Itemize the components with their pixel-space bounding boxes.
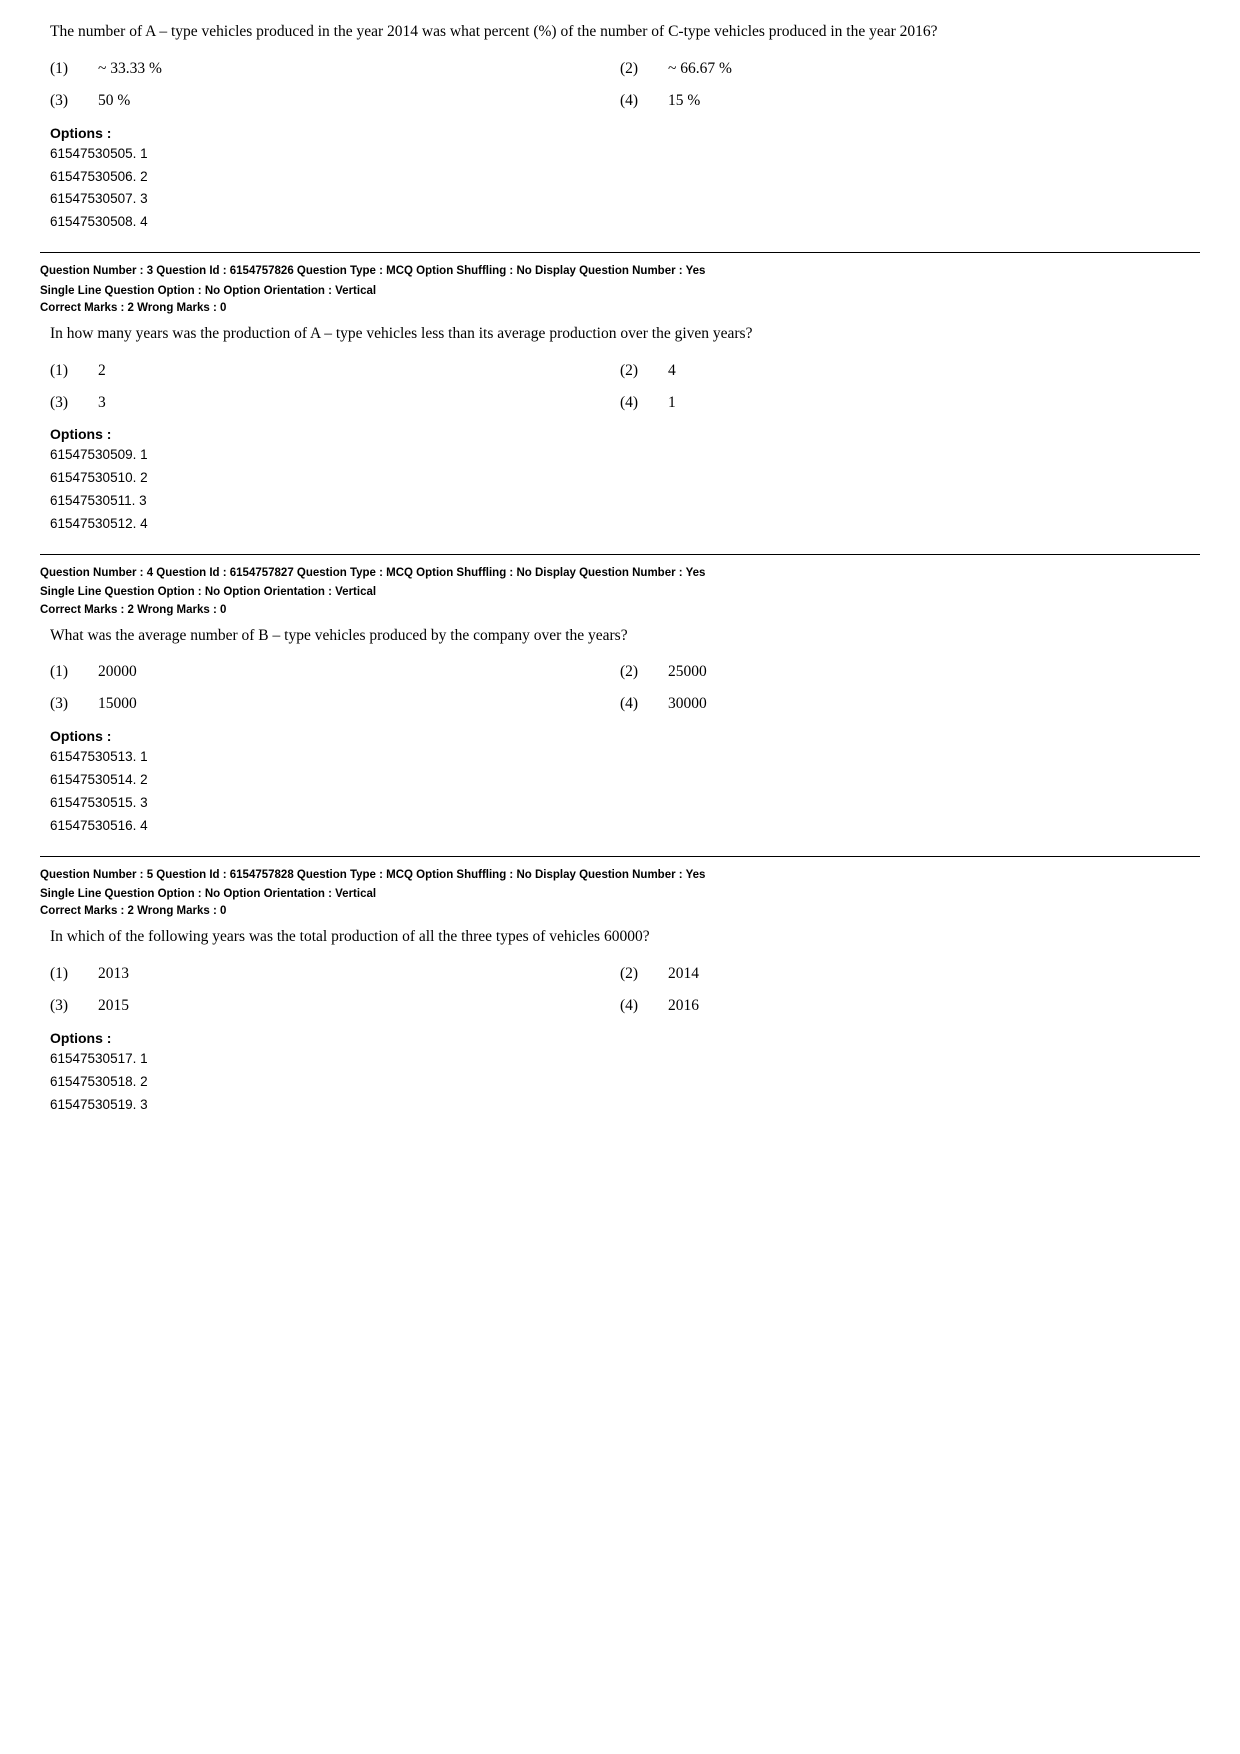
q5-option-4-num: (4) [620, 992, 648, 1020]
divider-q3-q4 [40, 554, 1200, 555]
q3-option-2-val: 4 [668, 357, 676, 385]
question-3-block: Question Number : 3 Question Id : 615475… [40, 263, 1200, 536]
question-4-block: Question Number : 4 Question Id : 615475… [40, 565, 1200, 838]
q2-options-label: Options : [50, 125, 1190, 141]
q3-meta-line2: Single Line Question Option : No Option … [40, 283, 1200, 300]
q3-option-1-num: (1) [50, 357, 78, 385]
q4-correct-marks: Correct Marks : 2 Wrong Marks : 0 [40, 604, 1200, 616]
q5-option-3-val: 2015 [98, 992, 129, 1020]
q5-option-4: (4) 2016 [620, 992, 1190, 1020]
q4-option-1: (1) 20000 [50, 658, 620, 686]
q4-code-3: 61547530515. 3 [50, 792, 1190, 815]
q4-meta-line2: Single Line Question Option : No Option … [40, 584, 1200, 601]
q2-option-3-num: (3) [50, 87, 78, 115]
q3-option-4-val: 1 [668, 389, 676, 417]
q2-option-3: (3) 50 % [50, 87, 620, 115]
q5-meta-line1: Question Number : 5 Question Id : 615475… [40, 867, 1200, 884]
q5-option-1-val: 2013 [98, 960, 129, 988]
q5-options-label: Options : [50, 1030, 1190, 1046]
q4-meta-line1: Question Number : 4 Question Id : 615475… [40, 565, 1200, 582]
q4-code-2: 61547530514. 2 [50, 769, 1190, 792]
q3-options-label: Options : [50, 426, 1190, 442]
q5-option-4-val: 2016 [668, 992, 699, 1020]
q2-code-3: 61547530507. 3 [50, 188, 1190, 211]
q3-option-2: (2) 4 [620, 357, 1190, 385]
divider-q2-q3 [40, 252, 1200, 253]
q5-option-2: (2) 2014 [620, 960, 1190, 988]
q3-option-3-num: (3) [50, 389, 78, 417]
q4-text: What was the average number of B – type … [40, 624, 1200, 649]
question-2-block: The number of A – type vehicles produced… [40, 20, 1200, 234]
q4-option-4-num: (4) [620, 690, 648, 718]
q3-correct-marks: Correct Marks : 2 Wrong Marks : 0 [40, 302, 1200, 314]
q4-code-1: 61547530513. 1 [50, 746, 1190, 769]
q2-option-2-num: (2) [620, 55, 648, 83]
q5-options-section: Options : 61547530517. 1 61547530518. 2 … [40, 1030, 1200, 1117]
q5-option-1-num: (1) [50, 960, 78, 988]
q3-option-1: (1) 2 [50, 357, 620, 385]
q2-options-grid: (1) ~ 33.33 % (2) ~ 66.67 % (3) 50 % (4)… [40, 55, 1200, 115]
q5-option-2-num: (2) [620, 960, 648, 988]
q4-option-2-num: (2) [620, 658, 648, 686]
q5-correct-marks: Correct Marks : 2 Wrong Marks : 0 [40, 905, 1200, 917]
q2-option-1: (1) ~ 33.33 % [50, 55, 620, 83]
q4-option-3-val: 15000 [98, 690, 137, 718]
q2-option-2: (2) ~ 66.67 % [620, 55, 1190, 83]
q5-text: In which of the following years was the … [40, 925, 1200, 950]
q4-option-4-val: 30000 [668, 690, 707, 718]
q2-code-4: 61547530508. 4 [50, 211, 1190, 234]
q5-code-2: 61547530518. 2 [50, 1071, 1190, 1094]
q3-code-2: 61547530510. 2 [50, 467, 1190, 490]
q2-code-1: 61547530505. 1 [50, 143, 1190, 166]
q3-option-3-val: 3 [98, 389, 106, 417]
q3-code-1: 61547530509. 1 [50, 444, 1190, 467]
q2-option-4-val: 15 % [668, 87, 700, 115]
q2-option-2-val: ~ 66.67 % [668, 55, 732, 83]
q2-option-4: (4) 15 % [620, 87, 1190, 115]
q3-option-2-num: (2) [620, 357, 648, 385]
q4-code-4: 61547530516. 4 [50, 815, 1190, 838]
q3-option-4-num: (4) [620, 389, 648, 417]
q4-option-1-val: 20000 [98, 658, 137, 686]
q2-option-4-num: (4) [620, 87, 648, 115]
q4-option-2: (2) 25000 [620, 658, 1190, 686]
q4-options-section: Options : 61547530513. 1 61547530514. 2 … [40, 728, 1200, 838]
question-5-block: Question Number : 5 Question Id : 615475… [40, 867, 1200, 1117]
q4-options-grid: (1) 20000 (2) 25000 (3) 15000 (4) 30000 [40, 658, 1200, 718]
q4-option-2-val: 25000 [668, 658, 707, 686]
divider-q4-q5 [40, 856, 1200, 857]
q5-options-grid: (1) 2013 (2) 2014 (3) 2015 (4) 2016 [40, 960, 1200, 1020]
intro-text: The number of A – type vehicles produced… [40, 20, 1200, 45]
q3-options-grid: (1) 2 (2) 4 (3) 3 (4) 1 [40, 357, 1200, 417]
q2-option-3-val: 50 % [98, 87, 130, 115]
q5-code-3: 61547530519. 3 [50, 1094, 1190, 1117]
q3-text: In how many years was the production of … [40, 322, 1200, 347]
q5-code-1: 61547530517. 1 [50, 1048, 1190, 1071]
q2-options-section: Options : 61547530505. 1 61547530506. 2 … [40, 125, 1200, 235]
q3-option-4: (4) 1 [620, 389, 1190, 417]
q3-options-section: Options : 61547530509. 1 61547530510. 2 … [40, 426, 1200, 536]
q5-option-3-num: (3) [50, 992, 78, 1020]
q4-option-4: (4) 30000 [620, 690, 1190, 718]
q3-option-3: (3) 3 [50, 389, 620, 417]
q5-meta-line2: Single Line Question Option : No Option … [40, 886, 1200, 903]
q3-code-4: 61547530512. 4 [50, 513, 1190, 536]
q4-option-3-num: (3) [50, 690, 78, 718]
q2-code-2: 61547530506. 2 [50, 166, 1190, 189]
q2-option-1-val: ~ 33.33 % [98, 55, 162, 83]
q4-option-1-num: (1) [50, 658, 78, 686]
q5-option-1: (1) 2013 [50, 960, 620, 988]
q3-code-3: 61547530511. 3 [50, 490, 1190, 513]
q2-option-1-num: (1) [50, 55, 78, 83]
q3-option-1-val: 2 [98, 357, 106, 385]
q3-meta-line1: Question Number : 3 Question Id : 615475… [40, 263, 1200, 280]
q4-options-label: Options : [50, 728, 1190, 744]
q5-option-2-val: 2014 [668, 960, 699, 988]
q5-option-3: (3) 2015 [50, 992, 620, 1020]
q4-option-3: (3) 15000 [50, 690, 620, 718]
